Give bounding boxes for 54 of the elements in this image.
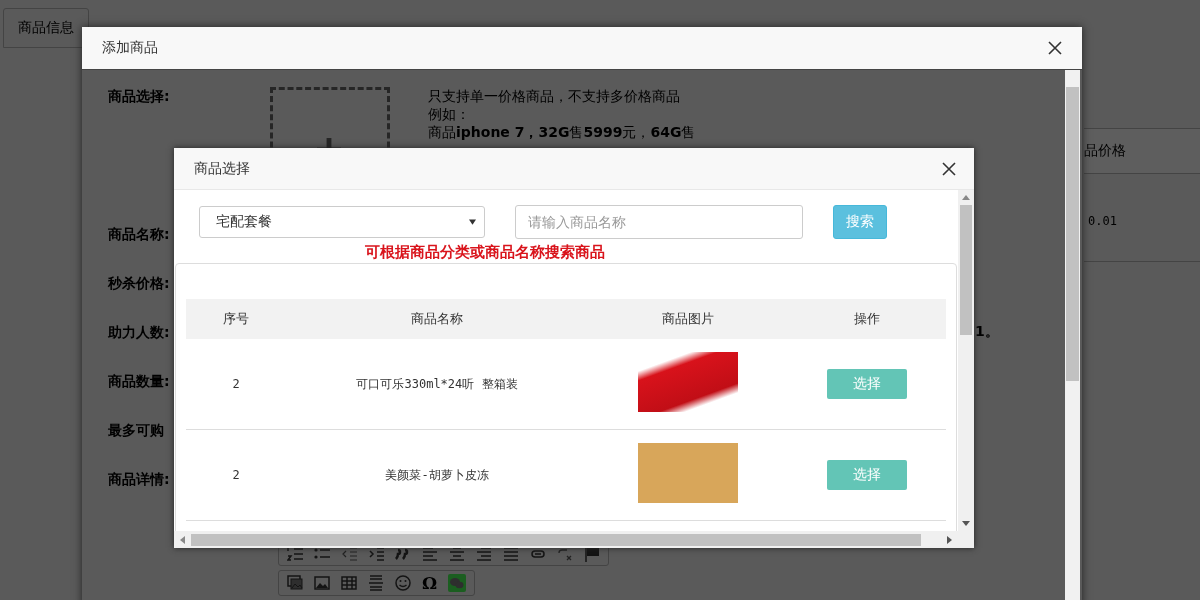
select-button[interactable]: 选择	[827, 460, 907, 490]
scrollbar[interactable]	[174, 531, 974, 548]
outdent-icon[interactable]	[341, 546, 357, 562]
note-text: 1。	[975, 323, 999, 341]
table-cell-text: 2	[231, 468, 241, 482]
align-center-icon[interactable]	[449, 546, 465, 562]
unlink-icon[interactable]	[557, 546, 573, 562]
field-label: 商品选择:	[108, 88, 170, 106]
column-header: 商品名称	[410, 310, 464, 328]
column-header: 商品图片	[660, 310, 715, 328]
field-label: 秒杀价格:	[108, 275, 170, 293]
hint-text: 可根据商品分类或商品名称搜索商品	[365, 243, 606, 263]
justify-icon[interactable]	[503, 546, 519, 562]
table-icon[interactable]	[341, 575, 357, 591]
table-cell: 0.01	[1088, 214, 1117, 228]
note-text: 只支持单一价格商品，不支持多价格商品	[428, 87, 681, 105]
table-cell-text: 美颜菜-胡萝卜皮冻	[384, 466, 490, 484]
field-label: 最多可购	[108, 422, 165, 440]
column-header: 品价格	[1084, 142, 1126, 160]
ordered-list-icon[interactable]	[287, 546, 303, 562]
dialog-title: 添加商品	[102, 39, 158, 57]
smiley-icon[interactable]	[395, 575, 411, 591]
close-icon[interactable]	[942, 161, 956, 176]
note-text: 商品iphone 7，32G售5999元，64G售	[428, 123, 696, 141]
scroll-right-arrow-icon[interactable]	[947, 535, 952, 544]
scroll-left-arrow-icon[interactable]	[180, 535, 185, 544]
field-label: 商品详情:	[108, 471, 170, 489]
scrollbar[interactable]	[958, 190, 974, 531]
images-icon[interactable]	[287, 575, 303, 591]
scroll-up-arrow-icon[interactable]	[962, 195, 970, 200]
column-header: 操作	[853, 310, 881, 328]
note-text: 例如：	[428, 105, 471, 123]
table-cell-text: 2	[231, 377, 241, 391]
quote-icon[interactable]	[395, 546, 411, 562]
category-select[interactable]: 宅配套餐	[199, 206, 485, 238]
search-button[interactable]: 搜索	[833, 205, 887, 239]
flag-icon[interactable]	[584, 546, 600, 562]
select-button[interactable]: 选择	[827, 369, 907, 399]
field-label: 商品数量:	[108, 373, 170, 391]
table-cell-text: 可口可乐330ml*24听 整箱装	[355, 375, 519, 393]
caret-icon	[469, 219, 476, 225]
special-character-button[interactable]: Ω	[422, 574, 438, 592]
field-label: 助力人数:	[108, 324, 170, 342]
image-icon[interactable]	[314, 575, 330, 591]
close-icon[interactable]	[1048, 41, 1062, 55]
indent-icon[interactable]	[368, 546, 384, 562]
field-label: 商品名称:	[108, 226, 170, 244]
column-header: 序号	[222, 310, 250, 328]
align-right-icon[interactable]	[476, 546, 492, 562]
dialog-title: 商品选择	[194, 159, 250, 178]
scrollbar[interactable]	[1065, 70, 1080, 600]
scroll-down-arrow-icon[interactable]	[962, 521, 970, 526]
search-field[interactable]: 请输入商品名称	[515, 205, 803, 239]
align-left-icon[interactable]	[422, 546, 438, 562]
